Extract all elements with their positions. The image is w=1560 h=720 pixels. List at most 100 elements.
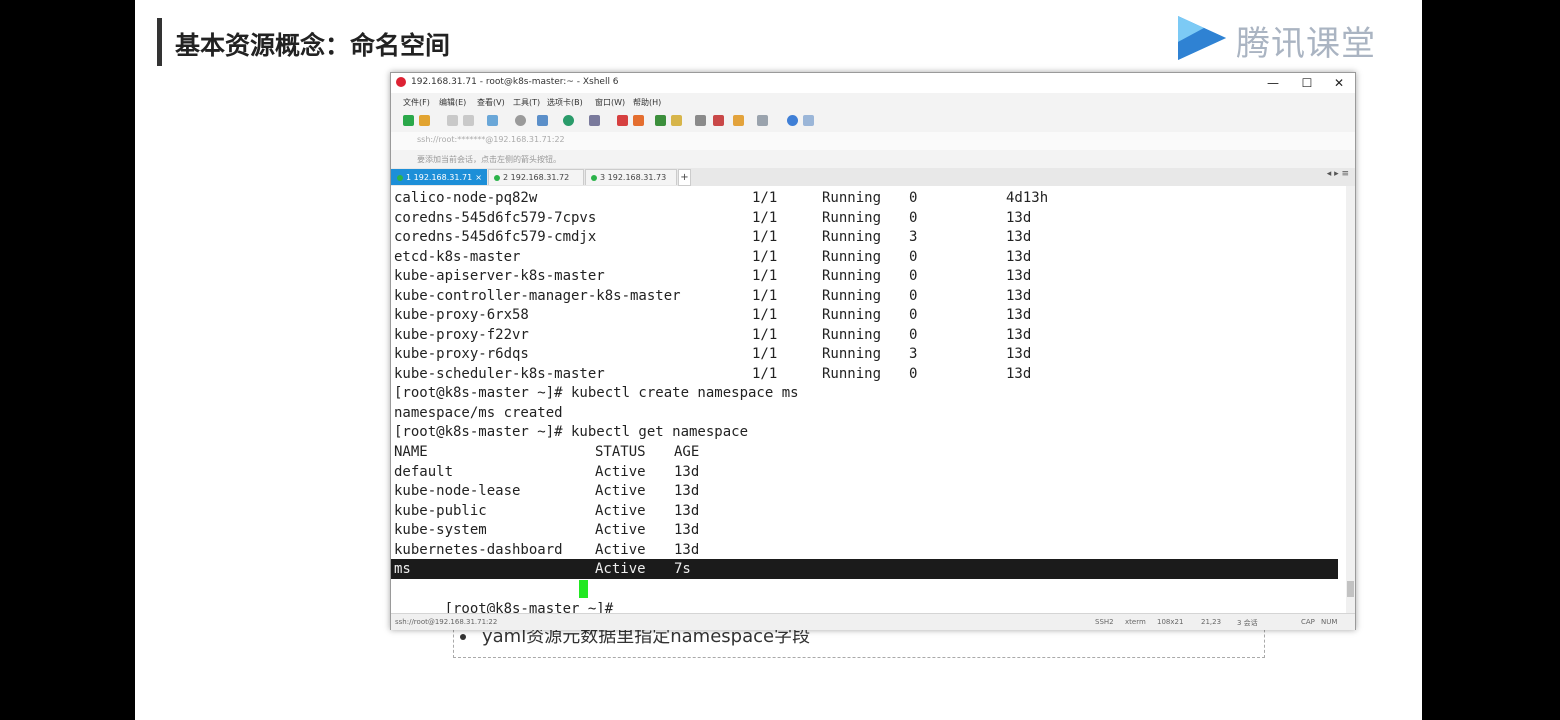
pod-ready: 1/1: [752, 346, 778, 362]
pod-age: 13d: [1006, 229, 1032, 245]
terminal-prompt[interactable]: [root@k8s-master ~]#: [394, 579, 622, 613]
ns-status: Active: [595, 502, 646, 519]
lock-icon[interactable]: [671, 115, 682, 126]
xshell-window: 192.168.31.71 - root@k8s-master:~ - Xshe…: [390, 72, 1356, 630]
pod-restarts: 3: [909, 229, 918, 245]
tab-label: 3 192.168.31.73: [600, 173, 667, 182]
pod-age: 13d: [1006, 287, 1032, 304]
print-icon[interactable]: [537, 115, 548, 126]
pod-age: 13d: [1006, 248, 1032, 265]
tab-session-1[interactable]: 1 192.168.31.71 ×: [391, 169, 487, 185]
title-accent-bar: [157, 18, 162, 66]
status-bar: ssh://root@192.168.31.71:22 SSH2 xterm 1…: [391, 613, 1355, 630]
maximize-button[interactable]: ☐: [1295, 74, 1319, 92]
pod-restarts: 0: [909, 209, 918, 226]
pod-ready: 1/1: [752, 365, 778, 382]
script-icon[interactable]: [713, 115, 724, 126]
ns-age: 13d: [674, 502, 700, 519]
pod-restarts: 0: [909, 268, 918, 284]
layout-icon[interactable]: [757, 115, 768, 126]
pod-name: kube-proxy-f22vr: [394, 326, 529, 343]
terminal-scrollbar[interactable]: [1346, 186, 1355, 613]
help-icon[interactable]: [787, 115, 798, 126]
toolbar: [391, 110, 1355, 133]
ns-age: 13d: [674, 483, 700, 499]
transfer-icon[interactable]: [633, 115, 644, 126]
pod-name: etcd-k8s-master: [394, 248, 521, 265]
ns-status: Active: [595, 463, 646, 480]
connected-icon: [397, 175, 403, 181]
pod-ready: 1/1: [752, 287, 778, 304]
status-connection: ssh://root@192.168.31.71:22: [395, 618, 498, 626]
pod-ready: 1/1: [752, 326, 778, 343]
folder-icon[interactable]: [733, 115, 744, 126]
menu-file[interactable]: 文件(F): [403, 97, 430, 108]
pod-age: 4d13h: [1006, 190, 1049, 206]
ns-name: kube-node-lease: [394, 483, 521, 499]
bullet-dot: [460, 634, 466, 640]
open-folder-icon[interactable]: [419, 115, 430, 126]
scrollbar-thumb[interactable]: [1347, 581, 1354, 597]
chat-icon[interactable]: [803, 115, 814, 126]
terminal-command: [root@k8s-master ~]# kubectl create name…: [394, 385, 799, 401]
pod-age: 13d: [1006, 268, 1032, 284]
pod-name: coredns-545d6fc579-cmdjx: [394, 229, 597, 245]
pod-restarts: 0: [909, 190, 918, 206]
xshell-app-icon: [396, 77, 406, 87]
ns-name: kubernetes-dashboard: [394, 541, 563, 558]
pod-name: kube-scheduler-k8s-master: [394, 365, 605, 382]
menu-tools[interactable]: 工具(T): [513, 97, 540, 108]
ns-name: kube-public: [394, 502, 487, 519]
pod-name: kube-apiserver-k8s-master: [394, 268, 605, 284]
search-icon[interactable]: [515, 115, 526, 126]
xftp-icon[interactable]: [617, 115, 628, 126]
menu-edit[interactable]: 编辑(E): [439, 97, 466, 108]
terminal-area[interactable]: calico-node-pq82w 1/1 Running 0 4d13h coredns…: [391, 186, 1346, 613]
keyboard-icon[interactable]: [695, 115, 706, 126]
paste-icon[interactable]: [463, 115, 474, 126]
properties-icon[interactable]: [487, 115, 498, 126]
pod-restarts: 0: [909, 326, 918, 343]
tab-close-icon[interactable]: ×: [475, 170, 482, 186]
menu-tabs[interactable]: 选项卡(B): [547, 97, 583, 108]
selected-namespace-row: ms Active 7s: [391, 559, 1338, 579]
logo-text: 腾讯课堂: [1236, 24, 1376, 64]
new-session-icon[interactable]: [403, 115, 414, 126]
menu-view[interactable]: 查看(V): [477, 97, 505, 108]
status-size: 108x21: [1157, 618, 1184, 626]
ns-status: Active: [595, 522, 646, 538]
pod-name: coredns-545d6fc579-7cpvs: [394, 209, 597, 226]
pod-status: Running: [822, 287, 882, 304]
terminal-output: namespace/ms created: [394, 405, 563, 421]
pod-restarts: 0: [909, 365, 918, 382]
fullscreen-icon[interactable]: [655, 115, 666, 126]
tab-session-3[interactable]: 3 192.168.31.73: [585, 169, 677, 185]
minimize-button[interactable]: —: [1261, 74, 1285, 92]
namespace-header: NAME STATUS AGE: [394, 442, 699, 462]
pod-restarts: 0: [909, 307, 918, 323]
pod-ready: 1/1: [752, 268, 778, 284]
pod-ready: 1/1: [752, 209, 778, 226]
tab-nav-arrows[interactable]: ◂ ▸ ≡: [1327, 169, 1349, 179]
pod-age: 13d: [1006, 326, 1032, 343]
copy-icon[interactable]: [447, 115, 458, 126]
font-icon[interactable]: [589, 115, 600, 126]
pod-name: kube-proxy-6rx58: [394, 307, 529, 323]
close-button[interactable]: ✕: [1327, 74, 1351, 92]
tencent-classroom-logo: 腾讯课堂: [1170, 12, 1385, 64]
window-titlebar: 192.168.31.71 - root@k8s-master:~ - Xshe…: [391, 73, 1355, 93]
menu-help[interactable]: 帮助(H): [633, 97, 661, 108]
globe-icon[interactable]: [563, 115, 574, 126]
ns-status: Active: [595, 541, 646, 558]
tab-label: 2 192.168.31.72: [503, 173, 570, 182]
ns-age: 13d: [674, 522, 700, 538]
tab-session-2[interactable]: 2 192.168.31.72: [488, 169, 584, 185]
pod-status: Running: [822, 248, 882, 265]
menu-window[interactable]: 窗口(W): [595, 97, 625, 108]
header-name: NAME: [394, 444, 428, 460]
status-cap: CAP: [1301, 618, 1315, 626]
address-bar[interactable]: ssh://root:*******@192.168.31.71:22: [391, 132, 1355, 151]
add-tab-button[interactable]: +: [678, 169, 691, 186]
status-pos: 21,23: [1201, 618, 1222, 626]
play-logo-icon: [1178, 16, 1226, 60]
